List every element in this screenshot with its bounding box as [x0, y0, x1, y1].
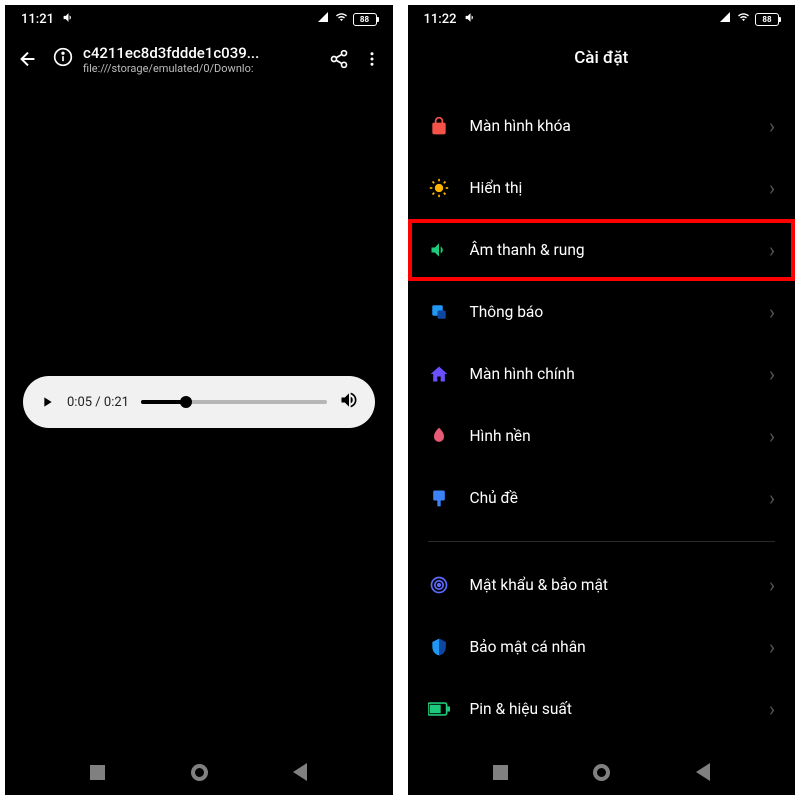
- signal-icon: [316, 11, 330, 27]
- status-time: 11:21: [21, 12, 54, 27]
- chevron-right-icon: ›: [769, 635, 775, 659]
- back-icon[interactable]: [17, 48, 39, 70]
- settings-item-label: Hiển thị: [470, 179, 749, 197]
- fingerprint-icon: [428, 574, 450, 596]
- settings-list: Màn hình khóa › Hiển thị › Âm thanh & ru…: [408, 83, 796, 749]
- chevron-right-icon: ›: [769, 238, 775, 262]
- nav-home-icon[interactable]: [191, 764, 208, 781]
- settings-item-sound[interactable]: Âm thanh & rung ›: [408, 219, 796, 281]
- shield-icon: [428, 636, 450, 658]
- signal-icon: [718, 11, 732, 27]
- settings-item-battery[interactable]: Pin & hiệu suất ›: [408, 678, 796, 740]
- settings-item-theme[interactable]: Chủ đề ›: [408, 467, 796, 529]
- chevron-right-icon: ›: [769, 573, 775, 597]
- android-nav: [5, 749, 393, 795]
- settings-item-security[interactable]: Mật khẩu & bảo mật ›: [408, 554, 796, 616]
- wifi-icon: [736, 11, 751, 27]
- wallpaper-icon: [428, 425, 450, 447]
- settings-item-label: Thông báo: [470, 303, 749, 321]
- nav-back-icon[interactable]: [696, 763, 710, 781]
- page-title: c4211ec8d3fddde1c039...: [83, 44, 259, 62]
- battery-icon: 88: [755, 13, 779, 26]
- brightness-icon: [428, 177, 450, 199]
- settings-item-label: Âm thanh & rung: [470, 241, 749, 259]
- settings-item-label: Màn hình khóa: [470, 117, 749, 135]
- more-icon[interactable]: [363, 50, 381, 68]
- android-nav: [408, 749, 796, 795]
- audio-time: 0:05 / 0:21: [67, 395, 129, 410]
- nav-home-icon[interactable]: [593, 764, 610, 781]
- audio-seekbar[interactable]: [141, 400, 327, 404]
- chevron-right-icon: ›: [769, 697, 775, 721]
- lock-icon: [428, 115, 450, 137]
- theme-icon: [428, 487, 450, 509]
- volume-icon: [464, 11, 477, 28]
- settings-item-label: Mật khẩu & bảo mật: [470, 576, 749, 594]
- settings-title: Cài đặt: [408, 33, 796, 83]
- chevron-right-icon: ›: [769, 424, 775, 448]
- status-bar: 11:22 88: [408, 5, 796, 33]
- divider: [428, 541, 776, 542]
- speaker-icon[interactable]: [339, 390, 359, 414]
- wifi-icon: [334, 11, 349, 27]
- sound-icon: [428, 239, 450, 261]
- page-url: file:///storage/emulated/0/Downlo:: [83, 62, 259, 75]
- play-button[interactable]: [39, 394, 55, 410]
- browser-header: c4211ec8d3fddde1c039... file:///storage/…: [5, 33, 393, 85]
- phone-settings: 11:22 88 Cài đặt Màn hình khóa ›: [408, 5, 796, 795]
- notification-icon: [428, 301, 450, 323]
- settings-item-label: Hình nền: [470, 427, 749, 445]
- chevron-right-icon: ›: [769, 176, 775, 200]
- chevron-right-icon: ›: [769, 362, 775, 386]
- nav-back-icon[interactable]: [293, 763, 307, 781]
- volume-icon: [62, 11, 75, 28]
- settings-item-label: Chủ đề: [470, 489, 749, 507]
- chevron-right-icon: ›: [769, 486, 775, 510]
- phone-browser: 11:21 88 c4211ec8d3fddde1c039... fi: [5, 5, 393, 795]
- battery-icon: 88: [353, 13, 377, 26]
- settings-item-wallpaper[interactable]: Hình nền ›: [408, 405, 796, 467]
- url-block[interactable]: c4211ec8d3fddde1c039... file:///storage/…: [53, 44, 315, 75]
- info-icon: [53, 47, 73, 71]
- settings-item-display[interactable]: Hiển thị ›: [408, 157, 796, 219]
- settings-item-homescreen[interactable]: Màn hình chính ›: [408, 343, 796, 405]
- status-bar: 11:21 88: [5, 5, 393, 33]
- status-time: 11:22: [424, 12, 457, 27]
- chevron-right-icon: ›: [769, 300, 775, 324]
- settings-item-lockscreen[interactable]: Màn hình khóa ›: [408, 95, 796, 157]
- nav-recent-icon[interactable]: [493, 765, 508, 780]
- settings-item-label: Bảo mật cá nhân: [470, 638, 749, 656]
- settings-item-label: Màn hình chính: [470, 365, 749, 383]
- content-area: 0:05 / 0:21: [5, 85, 393, 749]
- nav-recent-icon[interactable]: [90, 765, 105, 780]
- home-icon: [428, 363, 450, 385]
- share-icon[interactable]: [329, 49, 349, 69]
- audio-player: 0:05 / 0:21: [23, 376, 375, 428]
- battery-item-icon: [428, 698, 450, 720]
- settings-item-notifications[interactable]: Thông báo ›: [408, 281, 796, 343]
- settings-item-privacy[interactable]: Bảo mật cá nhân ›: [408, 616, 796, 678]
- chevron-right-icon: ›: [769, 114, 775, 138]
- settings-item-label: Pin & hiệu suất: [470, 700, 749, 718]
